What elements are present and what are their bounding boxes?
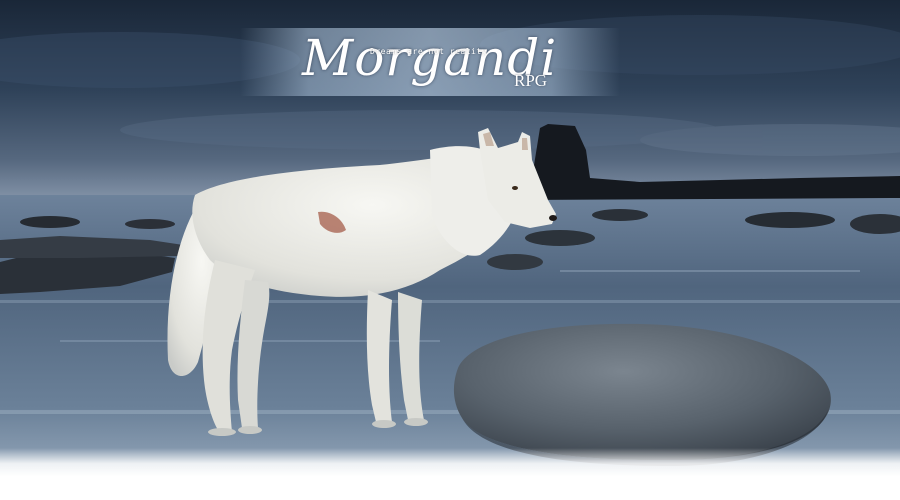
- rpg-banner: Morgandi Dreams are not reality RPG: [0, 0, 900, 500]
- logo-tagline: Dreams are not reality: [370, 47, 487, 56]
- bottom-fade: [0, 448, 900, 500]
- logo-suffix: RPG: [514, 71, 548, 90]
